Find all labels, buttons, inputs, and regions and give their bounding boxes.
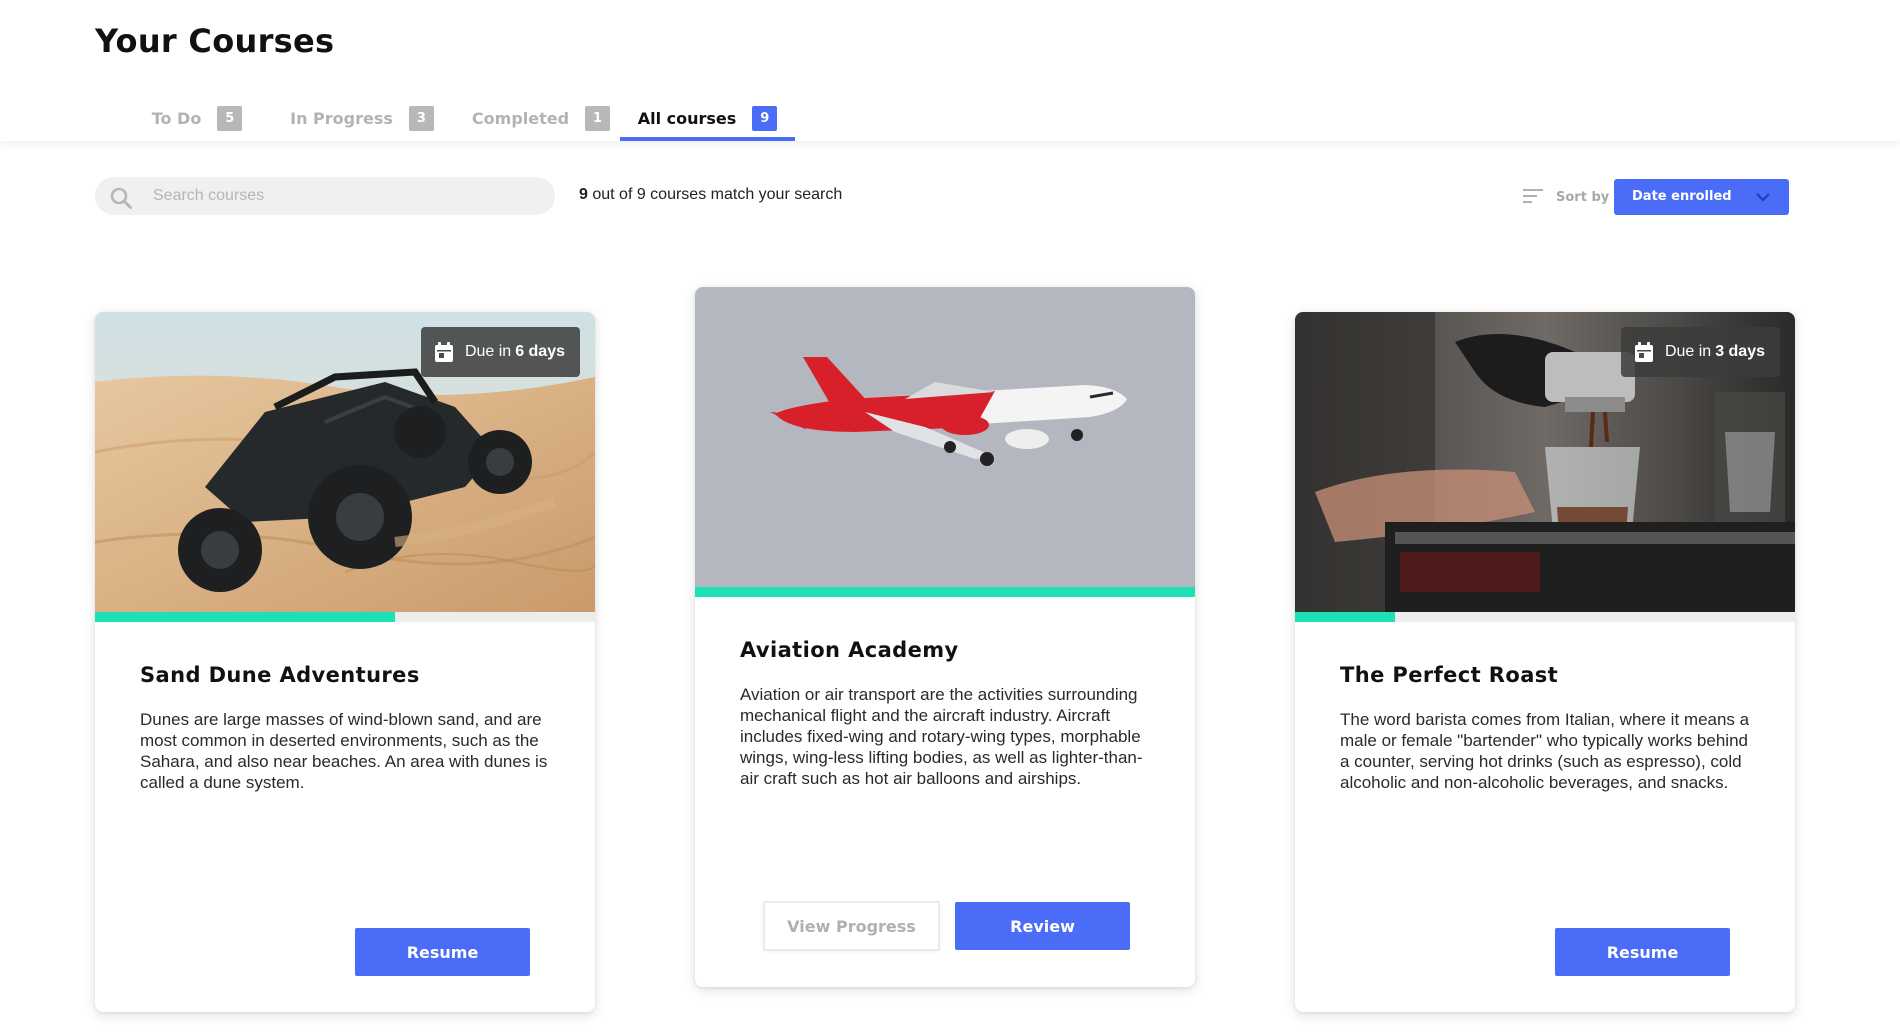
sort-dropdown[interactable]: Date enrolled [1614, 179, 1789, 215]
tab-label: In Progress [290, 109, 393, 128]
due-prefix: Due in [1664, 343, 1712, 360]
course-description: Dunes are large masses of wind-blown san… [140, 710, 548, 792]
resume-button[interactable]: Resume [1555, 928, 1730, 976]
match-count: 9 [579, 186, 588, 203]
due-value: 3 days [1715, 343, 1765, 360]
tab-all-courses[interactable]: All courses 9 [620, 96, 795, 141]
tab-count-badge: 5 [217, 106, 243, 131]
due-date-badge: Due in 6 days [420, 327, 580, 377]
course-title: Aviation Academy [740, 638, 959, 662]
tab-count-badge: 9 [752, 106, 778, 131]
progress-fill [695, 587, 1195, 597]
course-title: Sand Dune Adventures [140, 663, 420, 687]
course-tabs: To Do 5 In Progress 3 Completed 1 All co… [0, 96, 900, 141]
course-progress-bar [695, 587, 1195, 597]
tab-label: All courses [637, 109, 737, 128]
sort-selected-value: Date enrolled [1632, 189, 1732, 204]
sort-lines-icon [1523, 189, 1543, 203]
course-card: Due in 6 days Sand Dune Adventures Dunes … [95, 312, 595, 1012]
progress-fill [95, 612, 395, 622]
course-progress-bar [1295, 612, 1795, 622]
search-icon [110, 187, 132, 209]
header: Your Courses To Do 5 In Progress 3 Compl… [0, 0, 1900, 141]
search-box[interactable] [95, 177, 555, 215]
tab-label: Completed [471, 109, 570, 128]
resume-button[interactable]: Resume [355, 928, 530, 976]
chevron-down-icon [1756, 193, 1770, 202]
search-input[interactable] [153, 177, 533, 215]
course-progress-bar [95, 612, 595, 622]
view-progress-button[interactable]: View Progress [763, 901, 940, 951]
due-date-badge: Due in 3 days [1620, 327, 1780, 377]
progress-fill [1295, 612, 1395, 622]
tab-count-badge: 1 [585, 106, 611, 131]
tab-completed[interactable]: Completed 1 [463, 96, 619, 141]
page-title: Your Courses [95, 22, 335, 60]
calendar-icon [1634, 342, 1653, 362]
due-value: 6 days [515, 343, 565, 360]
course-description: Aviation or air transport are the activi… [740, 685, 1143, 788]
calendar-icon [434, 342, 453, 362]
course-card: Due in 3 days The Perfect Roast The word … [1295, 312, 1795, 1012]
tab-label: To Do [151, 109, 202, 128]
course-description: The word barista comes from Italian, whe… [1340, 710, 1750, 792]
tab-count-badge: 3 [408, 106, 434, 131]
search-result-count: 9 out of 9 courses match your search [579, 186, 842, 204]
tab-in-progress[interactable]: In Progress 3 [283, 96, 441, 141]
course-image-airplane [695, 287, 1195, 587]
match-text: out of 9 courses match your search [587, 186, 843, 203]
course-card: Aviation Academy Aviation or air transpo… [695, 287, 1195, 987]
tab-to-do[interactable]: To Do 5 [132, 96, 262, 141]
due-prefix: Due in [464, 343, 512, 360]
course-title: The Perfect Roast [1340, 663, 1559, 687]
sort-label: Sort by [1556, 190, 1610, 205]
review-button[interactable]: Review [955, 902, 1130, 950]
